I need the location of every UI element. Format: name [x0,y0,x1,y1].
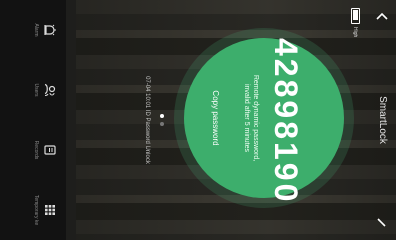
nav-label: Temporary ke [33,194,39,226]
phone-screen: SmartLock High 42898190 Remote dynamic p… [0,0,396,240]
battery-fill [353,10,358,20]
password-circle: 42898190 Remote dynamic password, invali… [184,38,344,205]
edit-button[interactable] [372,214,390,232]
records-icon [42,142,58,158]
page-dot [160,114,164,118]
copy-password-button[interactable]: Copy password [211,38,220,198]
alarm-icon [42,22,58,38]
battery-label: High [352,27,359,38]
page-indicator [160,0,164,240]
nav-item-records[interactable]: Records [0,120,66,180]
nav-label: Users [33,83,39,97]
nav-item-temporary-key[interactable]: Temporary ke [0,180,66,240]
dynamic-password-code: 42898190 [268,38,304,205]
page-dot [160,122,164,126]
password-hint: Remote dynamic password, invalid after 5… [243,74,259,162]
top-bar: SmartLock [366,0,396,240]
unlock-log-entry: 07-04 10:01 ID Password Unlock [144,76,150,164]
nav-label: Alarm [33,23,39,37]
users-icon [42,82,58,98]
nav-label: Records [33,140,39,160]
page-title: SmartLock [377,96,388,144]
battery-indicator: High [351,8,360,37]
nav-item-users[interactable]: Users [0,60,66,120]
pencil-icon [377,218,386,227]
keypad-icon [42,202,58,218]
battery-icon [351,8,360,24]
nav-item-alarm[interactable]: Alarm [0,0,66,60]
bottom-nav: Alarm Users Records Temporary ke [0,0,66,240]
